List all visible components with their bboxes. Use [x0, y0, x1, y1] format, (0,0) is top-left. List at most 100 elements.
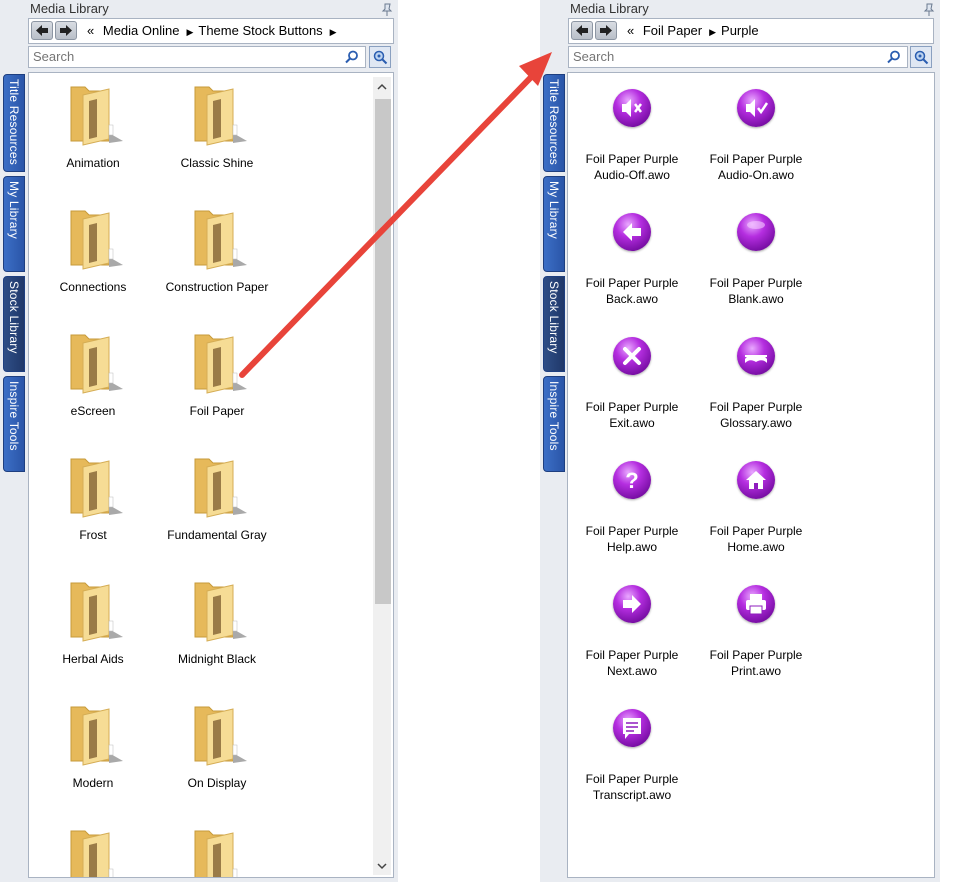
advanced-search-button[interactable]	[910, 46, 932, 68]
media-library-panel-right: Media Library « Foil Paper ▶ Purple Title …	[540, 0, 940, 882]
exit-x-icon	[613, 337, 651, 375]
search-input[interactable]	[33, 49, 283, 64]
asset-item[interactable]: Foil Paper Purple Next.awo	[570, 583, 690, 689]
asset-label-line2: Glossary.awo	[720, 416, 792, 430]
folder-item[interactable]: Midnight Black	[155, 573, 275, 673]
pin-icon[interactable]	[923, 3, 935, 17]
button-asset-grid: Foil Paper Purple Audio-Off.awo Foil Paper…	[567, 72, 935, 878]
folder-label: Construction Paper	[165, 280, 269, 294]
advanced-search-button[interactable]	[369, 46, 391, 68]
tab-stock-library[interactable]: Stock Library	[3, 276, 25, 372]
folder-item[interactable]: Frost	[31, 449, 151, 549]
folder-label: Classic Shine	[180, 156, 254, 170]
breadcrumb-item[interactable]: Purple	[721, 23, 759, 38]
tab-inspire-tools[interactable]: Inspire Tools	[3, 376, 25, 472]
folder-item[interactable]	[155, 821, 275, 877]
asset-label-line1: Foil Paper Purple	[709, 152, 803, 166]
folder-icon	[194, 210, 247, 270]
folder-icon	[70, 830, 114, 877]
folder-icon	[70, 210, 123, 270]
svg-text:?: ?	[625, 468, 638, 493]
tab-stock-library[interactable]: Stock Library	[543, 276, 565, 372]
search-field[interactable]	[568, 46, 908, 68]
scroll-up-icon[interactable]	[377, 82, 387, 92]
arrow-left-icon	[576, 25, 588, 36]
chevron-right-icon[interactable]: ▶	[186, 27, 193, 37]
folder-item[interactable]: Fundamental Gray	[155, 449, 275, 549]
folder-item[interactable]: eScreen	[31, 325, 151, 425]
tab-inspire-tools[interactable]: Inspire Tools	[543, 376, 565, 472]
breadcrumb-overflow-icon[interactable]: «	[627, 23, 634, 38]
folder-item[interactable]	[31, 821, 151, 877]
breadcrumb-item[interactable]: Theme Stock Buttons	[198, 23, 322, 38]
back-button[interactable]	[571, 21, 593, 40]
asset-item[interactable]: Foil Paper Purple Exit.awo	[570, 335, 690, 441]
folder-grid: Animation Classic Shine Connections Constru…	[28, 72, 394, 878]
arrow-right-icon	[600, 25, 612, 36]
search-input[interactable]	[573, 49, 823, 64]
folder-icon	[70, 334, 123, 394]
asset-label-line1: Foil Paper Purple	[585, 276, 679, 290]
search-icon[interactable]	[887, 50, 901, 64]
folder-icon	[194, 86, 247, 146]
breadcrumb-item[interactable]: Foil Paper	[643, 23, 702, 38]
tab-title-resources[interactable]: Title Resources	[543, 74, 565, 172]
speaker-mute-icon	[613, 89, 651, 127]
asset-label-line1: Foil Paper Purple	[585, 524, 679, 538]
asset-label-line2: Blank.awo	[728, 292, 784, 306]
asset-item[interactable]: Foil Paper Purple Glossary.awo	[694, 335, 814, 441]
folder-item[interactable]: Foil Paper	[155, 325, 275, 425]
folder-item[interactable]: Construction Paper	[155, 201, 275, 301]
asset-label: Foil Paper Purple Transcript.awo	[570, 771, 694, 803]
folder-label: On Display	[187, 776, 247, 790]
folder-item[interactable]: Herbal Aids	[31, 573, 151, 673]
folder-label: Connections	[59, 280, 127, 294]
folder-item[interactable]: On Display	[155, 697, 275, 797]
folder-item[interactable]: Modern	[31, 697, 151, 797]
printer-icon	[737, 585, 775, 623]
asset-label-line2: Transcript.awo	[592, 788, 672, 802]
asset-label-line1: Foil Paper Purple	[709, 524, 803, 538]
folder-icon	[194, 582, 247, 642]
chevron-right-icon[interactable]: ▶	[709, 27, 716, 37]
breadcrumb-item[interactable]: Media Online	[103, 23, 180, 38]
folder-item[interactable]: Connections	[31, 201, 151, 301]
asset-label-line1: Foil Paper Purple	[585, 152, 679, 166]
back-button[interactable]	[31, 21, 53, 40]
tab-title-resources[interactable]: Title Resources	[3, 74, 25, 172]
forward-button[interactable]	[55, 21, 77, 40]
arrow-left-icon	[36, 25, 48, 36]
asset-label-line1: Foil Paper Purple	[709, 400, 803, 414]
asset-item[interactable]: Foil Paper Purple Audio-Off.awo	[570, 87, 690, 193]
asset-item[interactable]: Foil Paper Purple Audio-On.awo	[694, 87, 814, 193]
asset-item[interactable]: Foil Paper Purple Transcript.awo	[570, 707, 690, 813]
scrollbar-thumb[interactable]	[375, 99, 391, 604]
transcript-icon	[613, 709, 651, 747]
search-icon[interactable]	[345, 50, 359, 64]
tab-my-library[interactable]: My Library	[3, 176, 25, 272]
search-field[interactable]	[28, 46, 366, 68]
asset-label-line2: Exit.awo	[609, 416, 655, 430]
asset-item[interactable]: ? Foil Paper Purple Help.awo	[570, 459, 690, 565]
asset-label-line2: Audio-On.awo	[717, 168, 795, 182]
tab-my-library[interactable]: My Library	[543, 176, 565, 272]
asset-item[interactable]: Foil Paper Purple Blank.awo	[694, 211, 814, 317]
asset-label-line1: Foil Paper Purple	[585, 648, 679, 662]
folder-item[interactable]: Classic Shine	[155, 77, 275, 177]
folder-item[interactable]: Animation	[31, 77, 151, 177]
asset-label: Foil Paper Purple Home.awo	[694, 523, 818, 555]
forward-button[interactable]	[595, 21, 617, 40]
asset-item[interactable]: Foil Paper Purple Back.awo	[570, 211, 690, 317]
asset-label-line1: Foil Paper Purple	[709, 648, 803, 662]
pin-icon[interactable]	[381, 3, 393, 17]
back-arrow-icon	[613, 213, 651, 251]
breadcrumb-overflow-icon[interactable]: «	[87, 23, 94, 38]
asset-label: Foil Paper Purple Blank.awo	[694, 275, 818, 307]
asset-item[interactable]: Foil Paper Purple Home.awo	[694, 459, 814, 565]
scroll-down-icon[interactable]	[377, 861, 387, 871]
folder-icon	[194, 334, 247, 394]
chevron-right-icon[interactable]: ▶	[330, 27, 337, 37]
asset-label-line2: Print.awo	[730, 664, 782, 678]
vertical-scrollbar[interactable]	[373, 77, 391, 875]
asset-item[interactable]: Foil Paper Purple Print.awo	[694, 583, 814, 689]
